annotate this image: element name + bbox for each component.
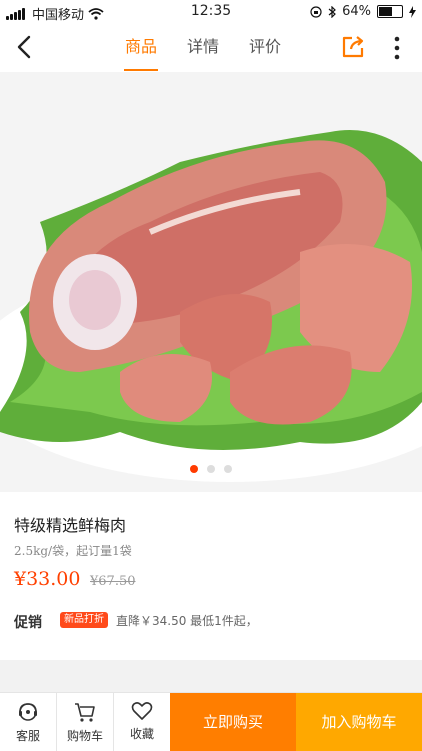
nav-bar: 商品 详情 评价 (0, 24, 422, 72)
promo-text: 直降￥34.50 最低1件起， (116, 614, 258, 628)
status-right: 64% (310, 4, 416, 19)
lock-rotation-icon (310, 5, 322, 18)
gallery-dot[interactable] (224, 465, 233, 473)
promo-label: 促销 (14, 615, 42, 631)
battery-icon (377, 5, 403, 18)
cart-label: 购物车 (66, 729, 103, 743)
customer-service-label: 客服 (15, 729, 40, 743)
original-price: ¥67.50 (90, 574, 136, 589)
tab-reviews[interactable]: 评价 (234, 24, 296, 72)
back-icon[interactable] (10, 32, 40, 62)
product-meat-photo (0, 72, 422, 492)
favorite-button[interactable]: 收藏 (114, 693, 170, 751)
product-image-gallery[interactable] (0, 72, 422, 492)
promo-badge: 新品打折 (60, 612, 108, 628)
bluetooth-icon (328, 5, 336, 18)
gallery-pagination (0, 458, 422, 477)
bottom-action-bar: 客服 购物车 收藏 立即购买 加入购物车 (0, 692, 422, 751)
charging-icon (409, 5, 416, 18)
product-info: 特级精选鲜梅肉 2.5kg/袋，起订量1袋 ¥33.00 ¥67.50 促销 新… (0, 492, 422, 660)
favorite-label: 收藏 (129, 727, 154, 741)
heart-icon (131, 702, 153, 720)
tab-details[interactable]: 详情 (172, 24, 234, 72)
tab-product[interactable]: 商品 (110, 24, 172, 72)
nav-tabs: 商品 详情 评价 (110, 24, 296, 72)
cart-button[interactable]: 购物车 (57, 693, 113, 751)
status-bar: 中国移动 12:35 64% (0, 0, 422, 24)
gallery-dot[interactable] (189, 465, 198, 473)
product-title: 特级精选鲜梅肉 (14, 516, 127, 535)
add-to-cart-button[interactable]: 加入购物车 (296, 693, 422, 751)
gallery-dot[interactable] (207, 465, 215, 473)
share-icon[interactable] (340, 34, 366, 60)
more-icon[interactable] (387, 34, 407, 62)
headset-icon (19, 703, 37, 721)
customer-service-button[interactable]: 客服 (0, 693, 56, 751)
product-price: ¥33.00 (14, 568, 81, 590)
product-spec: 2.5kg/袋，起订量1袋 (14, 544, 132, 558)
cart-icon (75, 703, 95, 722)
buy-now-button[interactable]: 立即购买 (170, 693, 296, 751)
battery-percent: 64% (342, 4, 371, 19)
